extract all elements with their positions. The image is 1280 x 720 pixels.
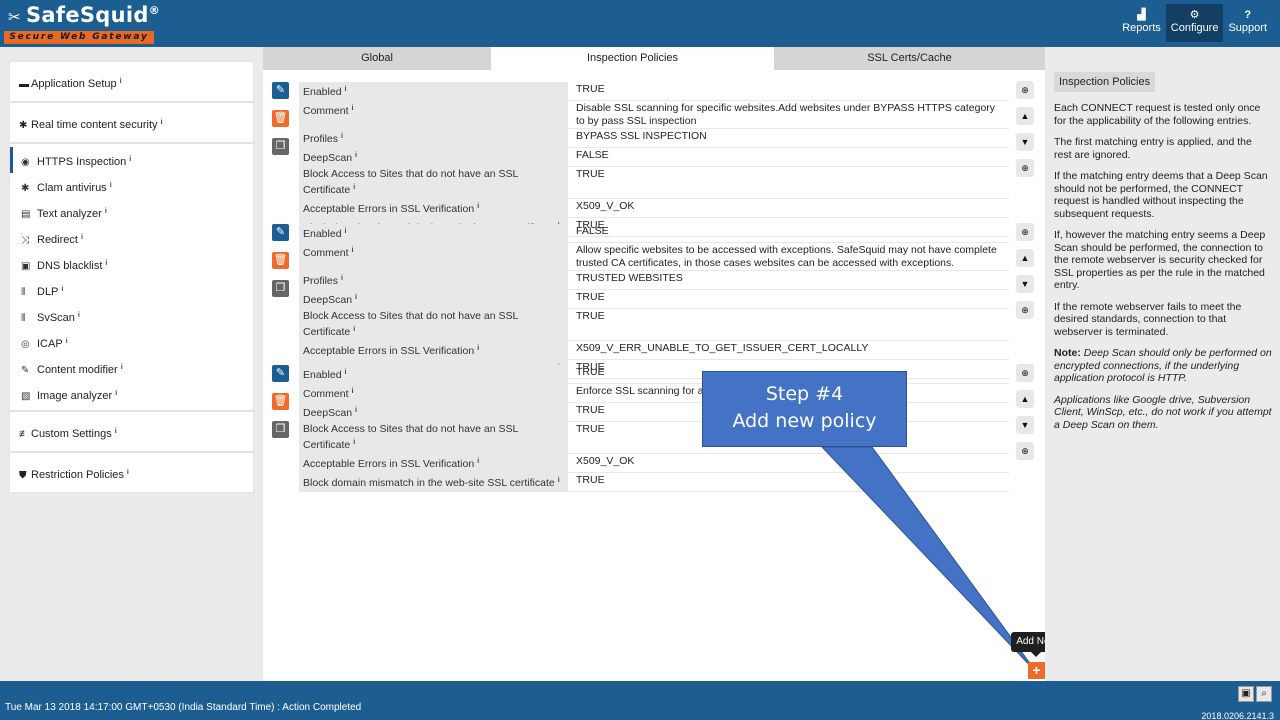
version-text: 2018.0206.2141.3 bbox=[1201, 711, 1274, 720]
plus-icon: + bbox=[1032, 662, 1041, 678]
note-label: Note: bbox=[1054, 347, 1081, 359]
help-paragraph: If the remote webserver fails to meet th… bbox=[1054, 300, 1242, 338]
help-paragraph: Each CONNECT request is tested only once… bbox=[1054, 102, 1261, 127]
help-paragraph: If, however the matching entry seems a D… bbox=[1054, 229, 1266, 291]
help-title: Inspection Policies bbox=[1054, 72, 1156, 92]
step-callout: Step #4 Add new policy bbox=[702, 371, 907, 447]
help-note: Note: Deep Scan should only be performed… bbox=[1054, 347, 1272, 385]
search-icon: ⌕ bbox=[1261, 688, 1267, 699]
help-paragraph: If the matching entry deems that a Deep … bbox=[1054, 170, 1268, 220]
callout-text: Add new policy bbox=[732, 410, 877, 432]
save-icon: ▣ bbox=[1241, 688, 1251, 699]
save-button[interactable]: ▣ bbox=[1238, 686, 1254, 702]
add-new-button[interactable]: + bbox=[1028, 662, 1045, 679]
search-button[interactable]: ⌕ bbox=[1256, 686, 1272, 702]
status-bar: Tue Mar 13 2018 14:17:00 GMT+0530 (India… bbox=[0, 681, 1280, 720]
note-text: Deep Scan should only be performed on en… bbox=[1054, 347, 1272, 384]
help-paragraph: The first matching entry is applied, and… bbox=[1054, 136, 1252, 161]
status-text: Tue Mar 13 2018 14:17:00 GMT+0530 (India… bbox=[5, 702, 362, 713]
callout-step: Step #4 bbox=[765, 383, 844, 405]
help-paragraph: Applications like Google drive, Subversi… bbox=[1054, 393, 1272, 431]
help-panel: Inspection Policies Each CONNECT request… bbox=[1045, 47, 1280, 681]
